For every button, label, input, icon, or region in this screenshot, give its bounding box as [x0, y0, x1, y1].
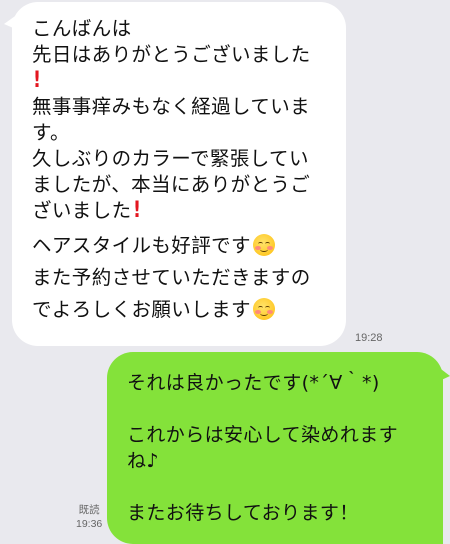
outgoing-timestamp: 19:36 [76, 518, 103, 530]
message-text: でよろしくお願いします [32, 298, 251, 321]
message-line: でよろしくお願いします [32, 297, 332, 323]
message-line: それは良かったです(*´∀｀*) [127, 372, 380, 394]
message-line: す。 [32, 121, 70, 144]
message-line: またお待ちしております！ [127, 502, 359, 524]
message-line: 先日はありがとうございました [32, 43, 311, 66]
outgoing-message-bubble[interactable]: それは良かったです(*´∀｀*) これからは安心して染めれます ね♪ またお待ち… [107, 352, 443, 544]
message-line: こんばんは [32, 17, 132, 40]
incoming-message-bubble[interactable]: こんばんは 先日はありがとうございました ! 無事事痒みもなく経過していま す。… [12, 2, 346, 346]
smiling-blush-emoji-icon [252, 234, 275, 256]
red-exclamation-icon: ! [132, 198, 141, 223]
read-receipt: 既読 19:36 [76, 503, 102, 531]
message-line: 無事事痒みもなく経過していま [32, 95, 311, 118]
message-line-emoji: ! [32, 68, 332, 94]
red-exclamation-icon: ! [33, 68, 42, 93]
smiling-blush-emoji-icon [252, 298, 275, 320]
message-text: ヘアスタイルも好評です [32, 234, 251, 257]
message-line: これからは安心して染めれます [127, 424, 399, 446]
message-line: 久しぶりのカラーで緊張してい [32, 147, 309, 170]
message-line: ざいました! [32, 198, 332, 224]
message-line: ましたが、本当にありがとうご [32, 173, 311, 196]
message-line: ヘアスタイルも好評です [32, 233, 332, 259]
read-label: 既読 [78, 504, 100, 516]
message-line: ね♪ [127, 450, 159, 472]
chat-window: こんばんは 先日はありがとうございました ! 無事事痒みもなく経過していま す。… [0, 0, 450, 544]
incoming-timestamp: 19:28 [355, 332, 383, 344]
outgoing-bubble-tail [437, 366, 450, 382]
message-line: また予約させていただきますの [32, 266, 311, 289]
message-text: ざいました [32, 199, 132, 222]
